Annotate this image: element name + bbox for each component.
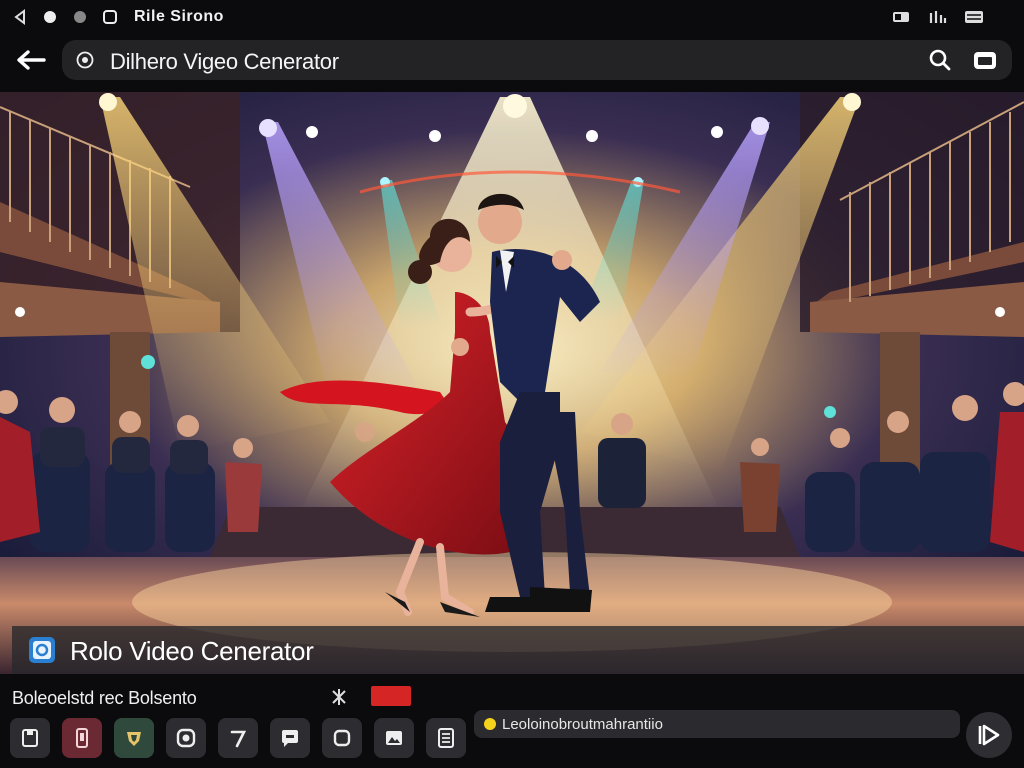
document-icon bbox=[438, 728, 454, 748]
play-button[interactable] bbox=[966, 712, 1012, 758]
tool-phone[interactable] bbox=[62, 718, 102, 758]
phone-icon bbox=[76, 728, 88, 748]
tool-row bbox=[10, 718, 466, 758]
tool-camera[interactable] bbox=[166, 718, 206, 758]
badge-icon bbox=[127, 732, 141, 746]
battery-icon bbox=[893, 12, 909, 22]
menu-icon[interactable] bbox=[964, 9, 984, 25]
number-icon bbox=[230, 730, 247, 748]
bottom-panel: Boleoelstd rec Bolsento Leoloinobroutmah… bbox=[0, 674, 1024, 768]
tabs-icon[interactable] bbox=[972, 48, 998, 72]
circle-icon bbox=[74, 11, 86, 23]
color-swatch[interactable] bbox=[371, 686, 411, 706]
tool-image[interactable] bbox=[374, 718, 414, 758]
panel-label: Boleoelstd rec Bolsento bbox=[12, 688, 197, 708]
status-dot bbox=[484, 718, 496, 730]
save-icon bbox=[22, 729, 38, 747]
square-icon bbox=[333, 729, 351, 747]
tool-number[interactable] bbox=[218, 718, 258, 758]
video-caption: Rolo Video Cenerator bbox=[70, 636, 314, 666]
back-arrow-icon bbox=[17, 50, 46, 70]
tool-document[interactable] bbox=[426, 718, 466, 758]
image-icon bbox=[386, 731, 402, 745]
site-info-icon[interactable] bbox=[76, 51, 94, 69]
chat-icon bbox=[282, 730, 298, 747]
back-triangle-icon[interactable] bbox=[12, 9, 28, 25]
status-bar: Rile Sirono bbox=[0, 0, 1024, 34]
circle-icon bbox=[44, 11, 56, 23]
tool-square[interactable] bbox=[322, 718, 362, 758]
tool-badge[interactable] bbox=[114, 718, 154, 758]
address-bar[interactable]: Dilhero Vigeo Cenerator bbox=[62, 40, 1012, 80]
back-button[interactable] bbox=[10, 44, 52, 76]
sparkle-icon[interactable] bbox=[330, 688, 348, 706]
camera-icon bbox=[176, 728, 196, 748]
prompt-input[interactable]: Leoloinobroutmahrantiio bbox=[474, 710, 960, 738]
video-preview[interactable] bbox=[0, 92, 1024, 674]
app-logo-icon bbox=[29, 637, 55, 663]
prompt-text: Leoloinobroutmahrantiio bbox=[502, 716, 663, 733]
status-title: Rile Sirono bbox=[134, 8, 224, 25]
tool-chat[interactable] bbox=[270, 718, 310, 758]
clock-icon bbox=[103, 10, 117, 24]
video-caption-bar: Rolo Video Cenerator bbox=[12, 626, 1024, 674]
page-title: Dilhero Vigeo Cenerator bbox=[110, 49, 339, 74]
signal-icon bbox=[929, 11, 947, 23]
top-bar: Dilhero Vigeo Cenerator bbox=[0, 36, 1024, 84]
tool-save[interactable] bbox=[10, 718, 50, 758]
play-icon bbox=[978, 724, 1000, 746]
search-icon[interactable] bbox=[928, 48, 952, 72]
